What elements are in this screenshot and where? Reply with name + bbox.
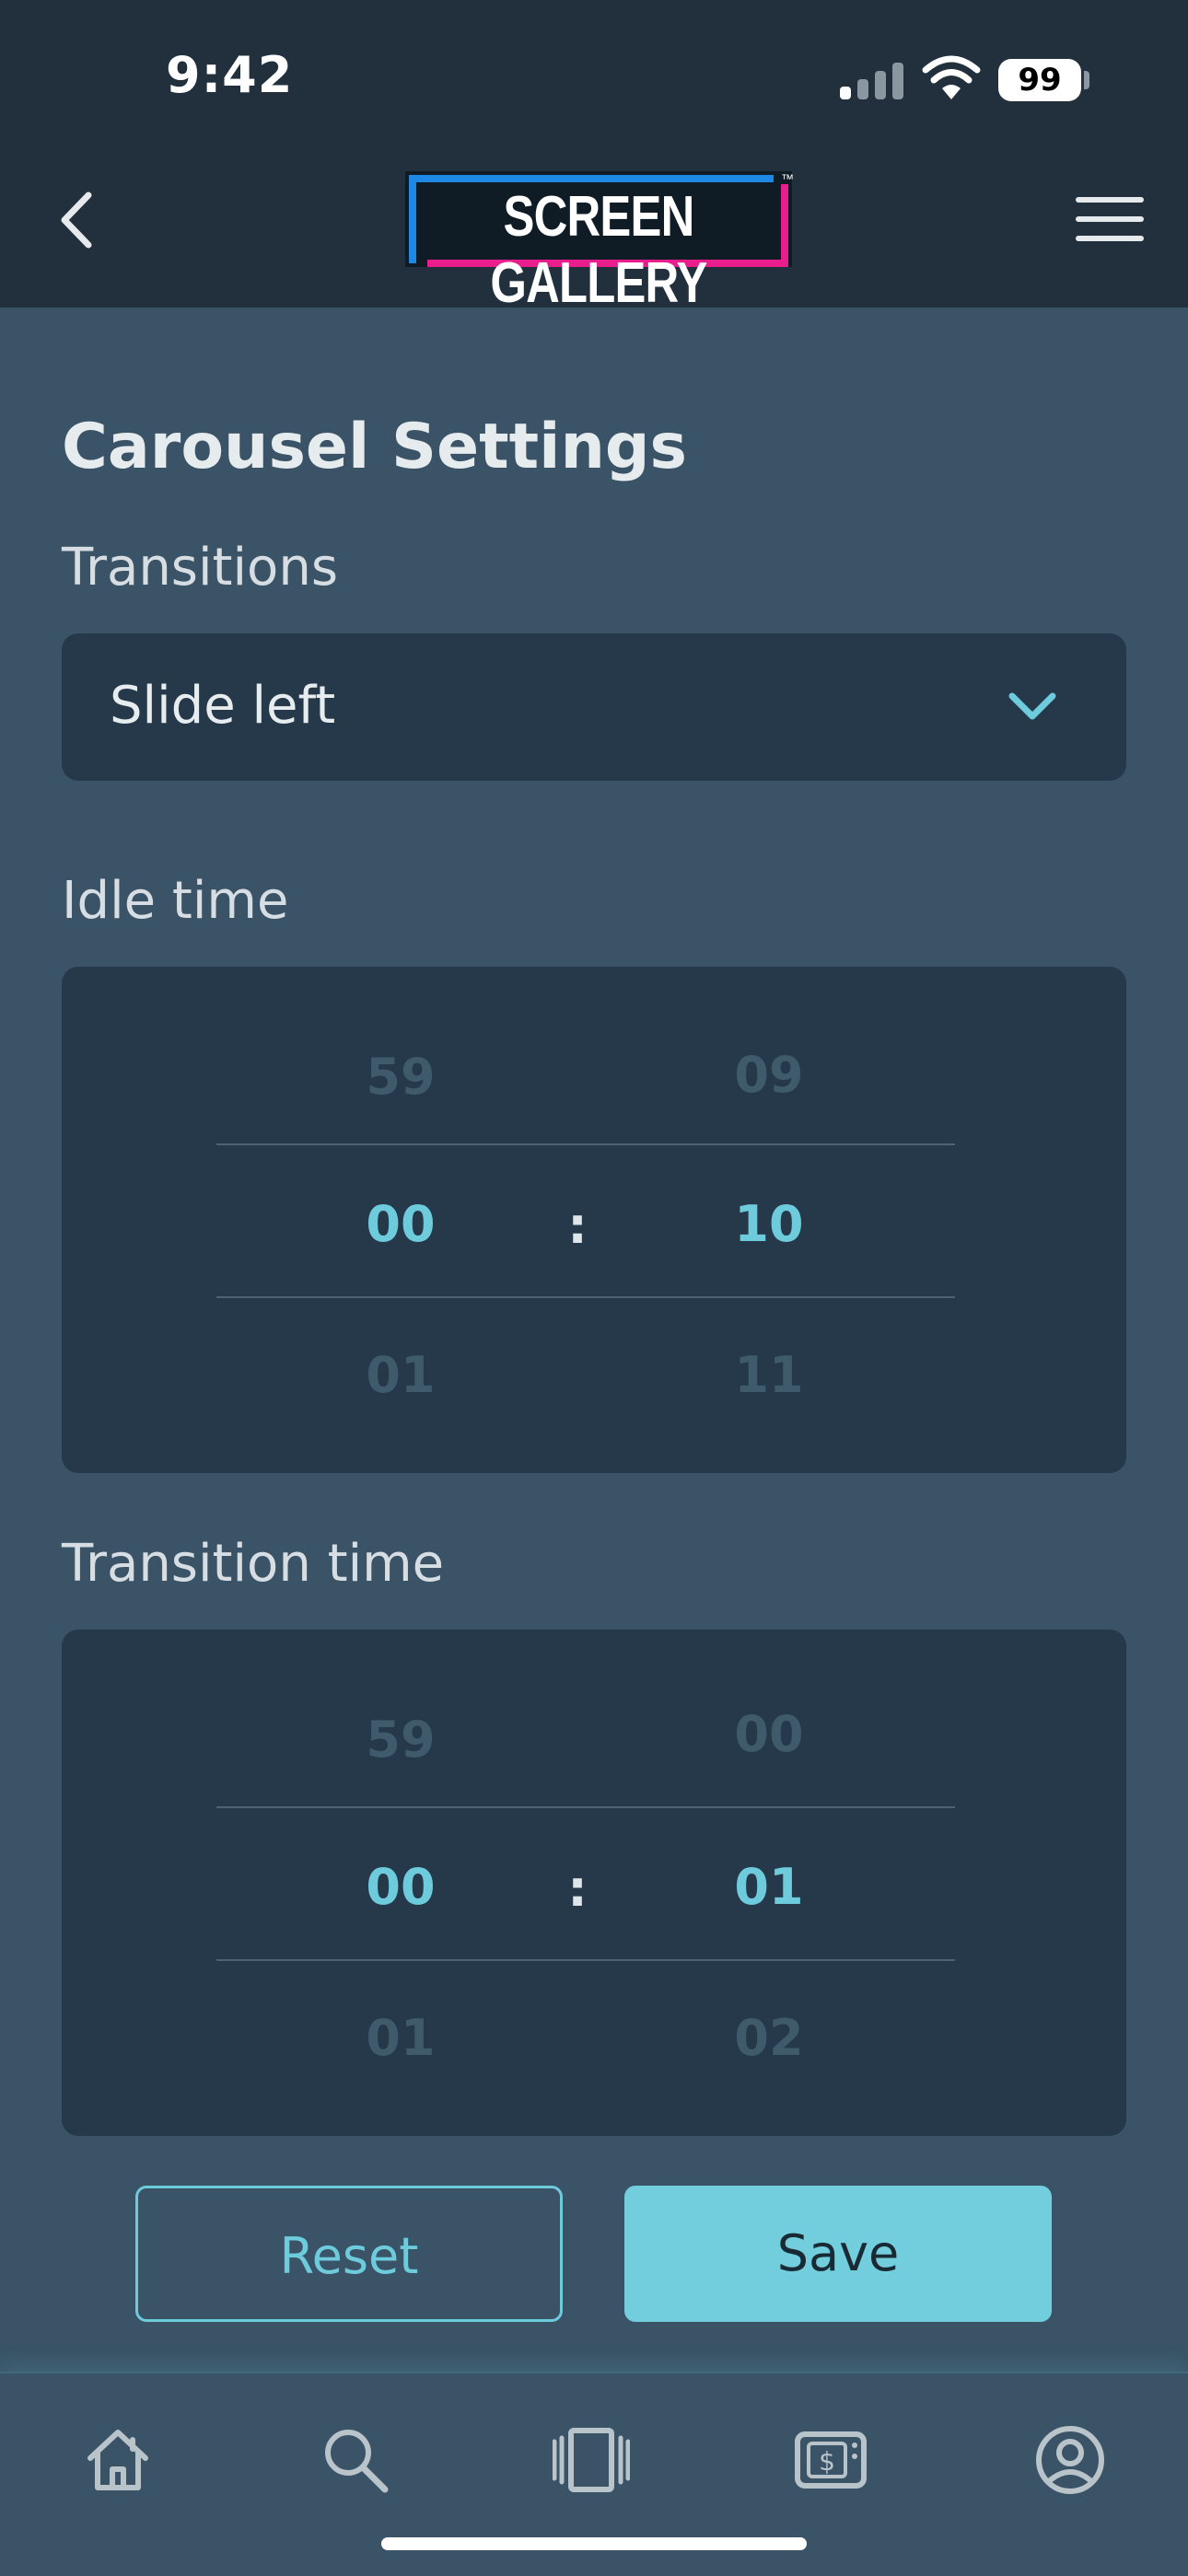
hamburger-menu-button[interactable] <box>1076 191 1146 247</box>
transition-time-picker[interactable]: 59 00 00 : 01 01 02 <box>62 1630 1126 2136</box>
logo-trademark: ™ <box>781 171 794 186</box>
battery-tip <box>1084 71 1089 89</box>
svg-text:$: $ <box>819 2446 835 2477</box>
idle-minutes-next[interactable]: 01 <box>309 1346 493 1404</box>
idle-minutes-current[interactable]: 00 <box>309 1195 493 1253</box>
transitions-label: Transitions <box>62 538 338 598</box>
transitions-selected-value: Slide left <box>110 676 336 736</box>
transition-time-separator: : <box>567 1860 588 1918</box>
top-bar: 9:42 99 SCREEN GALLERY ™ <box>0 0 1188 315</box>
picker-selection-line-top <box>216 1806 955 1808</box>
picker-selection-line-bottom <box>216 1959 955 1961</box>
transition-seconds-prev[interactable]: 00 <box>677 1705 861 1763</box>
reset-button[interactable]: Reset <box>135 2186 563 2322</box>
status-time: 9:42 <box>166 46 294 104</box>
idle-time-picker[interactable]: 59 09 00 : 10 01 11 <box>62 967 1126 1473</box>
picker-selection-line-top <box>216 1143 955 1145</box>
transition-seconds-current[interactable]: 01 <box>677 1858 861 1916</box>
back-button[interactable] <box>53 188 99 252</box>
home-icon[interactable] <box>79 2421 157 2499</box>
transition-seconds-next[interactable]: 02 <box>677 2009 861 2067</box>
transition-time-label: Transition time <box>62 1534 445 1594</box>
transition-minutes-current[interactable]: 00 <box>309 1858 493 1916</box>
picker-selection-line-bottom <box>216 1296 955 1298</box>
profile-icon[interactable] <box>1031 2421 1109 2499</box>
home-indicator <box>381 2537 807 2550</box>
pricing-icon[interactable]: $ <box>792 2421 869 2499</box>
page-title: Carousel Settings <box>62 411 688 483</box>
wifi-icon <box>922 55 981 99</box>
transition-minutes-next[interactable]: 01 <box>309 2009 493 2067</box>
save-button[interactable]: Save <box>624 2186 1052 2322</box>
idle-seconds-prev[interactable]: 09 <box>677 1046 861 1104</box>
screen-gallery-logo: SCREEN GALLERY ™ <box>405 171 794 315</box>
idle-seconds-next[interactable]: 11 <box>677 1346 861 1404</box>
idle-minutes-prev[interactable]: 59 <box>309 1048 493 1106</box>
search-icon[interactable] <box>317 2421 394 2499</box>
transitions-dropdown[interactable]: Slide left <box>62 633 1126 781</box>
transition-minutes-prev[interactable]: 59 <box>309 1711 493 1769</box>
chevron-down-icon <box>1008 692 1056 720</box>
logo-text: SCREEN GALLERY <box>490 185 707 315</box>
idle-time-label: Idle time <box>62 871 289 931</box>
idle-time-separator: : <box>567 1197 588 1255</box>
battery-indicator: 99 <box>998 59 1081 101</box>
cellular-signal-icon <box>840 61 906 99</box>
idle-seconds-current[interactable]: 10 <box>677 1195 861 1253</box>
carousel-icon[interactable] <box>553 2421 630 2499</box>
